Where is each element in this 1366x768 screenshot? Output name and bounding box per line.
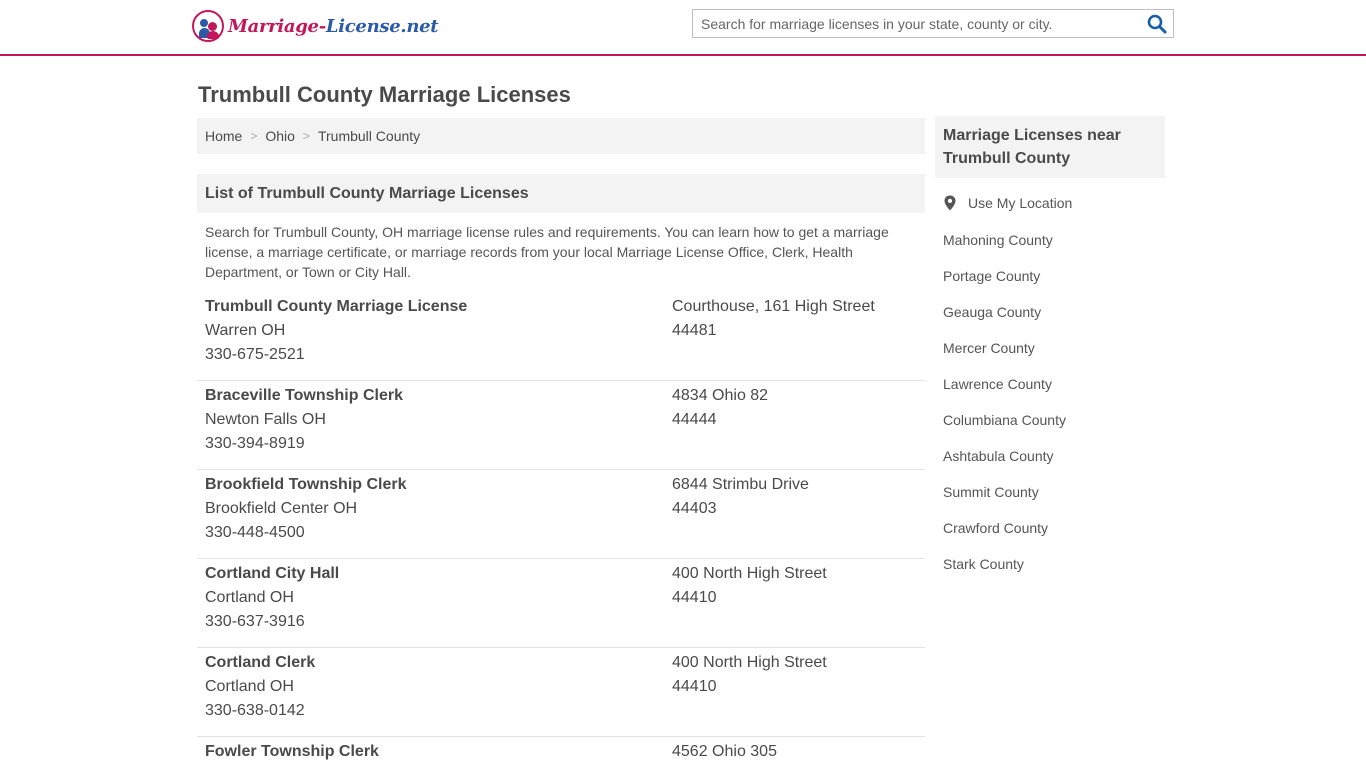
listing-name[interactable]: Braceville Township Clerk [205,387,403,405]
listing-city: Brookfield Center OH [205,500,358,517]
listing-zip: 44444 [672,411,717,428]
listing-phone[interactable]: 330-675-2521 [205,346,305,364]
logo-text: Marriage-License.net [228,15,439,37]
listing-phone[interactable]: 330-637-3916 [205,613,305,631]
search-icon[interactable] [1147,14,1167,34]
breadcrumb-state[interactable]: Ohio [265,128,295,144]
search-box [692,9,1174,38]
sidebar-county-link[interactable]: Mahoning County [943,232,1053,248]
listing-phone[interactable]: 330-638-0142 [205,702,305,720]
page-title: Trumbull County Marriage Licenses [198,82,571,107]
listing-address: Courthouse, 161 High Street [672,298,875,315]
sidebar-county-link[interactable]: Geauga County [943,304,1041,320]
sidebar-county-link[interactable]: Crawford County [943,520,1048,536]
breadcrumb-separator: > [302,129,310,143]
listing-item: Cortland City Hall Cortland OH 330-637-3… [197,559,925,648]
list-heading: List of Trumbull County Marriage License… [197,174,925,213]
listing-city: Newton Falls OH [205,411,326,428]
listing-zip: 44410 [672,589,717,606]
use-my-location-button[interactable]: Use My Location [943,195,1072,211]
sidebar-county-link[interactable]: Stark County [943,556,1024,572]
sidebar-county-link[interactable]: Summit County [943,484,1039,500]
listing-city: Cortland OH [205,678,294,695]
listing-name[interactable]: Fowler Township Clerk [205,743,379,761]
sidebar-county-link[interactable]: Lawrence County [943,376,1052,392]
listing-zip: 44403 [672,500,717,517]
list-intro: Search for Trumbull County, OH marriage … [205,224,889,280]
listing-phone[interactable]: 330-394-8919 [205,435,305,453]
listing-name[interactable]: Trumbull County Marriage License [205,298,467,316]
listing-item: Trumbull County Marriage License Warren … [197,292,925,381]
sidebar-heading: Marriage Licenses near Trumbull County [935,116,1165,178]
couple-logo-icon [192,10,224,42]
breadcrumb-separator: > [250,129,258,143]
listing-name[interactable]: Cortland City Hall [205,565,339,583]
listing-address: 400 North High Street [672,565,827,582]
logo-text-part2: License.net [325,15,439,37]
listing-item: Brookfield Township Clerk Brookfield Cen… [197,470,925,559]
listing-address: 4562 Ohio 305 [672,743,777,760]
listing-name[interactable]: Cortland Clerk [205,654,315,672]
listing-item: Braceville Township Clerk Newton Falls O… [197,381,925,470]
sidebar-county-link[interactable]: Ashtabula County [943,448,1054,464]
listing-address: 400 North High Street [672,654,827,671]
breadcrumb-home[interactable]: Home [205,128,242,144]
listing-address: 6844 Strimbu Drive [672,476,809,493]
sidebar-county-link[interactable]: Columbiana County [943,412,1066,428]
listing-address: 4834 Ohio 82 [672,387,769,404]
search-input[interactable] [693,10,1133,37]
listing-name[interactable]: Brookfield Township Clerk [205,476,407,494]
site-logo[interactable]: Marriage-License.net [192,8,439,44]
listing-zip: 44410 [672,678,717,695]
breadcrumb-county[interactable]: Trumbull County [318,128,420,144]
listing-city: Cortland OH [205,589,294,606]
listing-phone[interactable]: 330-448-4500 [205,524,305,542]
sidebar-county-link[interactable]: Mercer County [943,340,1035,356]
sidebar-county-link[interactable]: Portage County [943,268,1040,284]
listing-item: Cortland Clerk Cortland OH 330-638-0142 … [197,648,925,737]
location-pin-icon [944,195,956,211]
listing-item: Fowler Township Clerk 4562 Ohio 305 [197,737,925,768]
logo-text-part1: Marriage- [228,15,326,37]
breadcrumb: Home > Ohio > Trumbull County [197,118,925,154]
listing-zip: 44481 [672,322,717,339]
listing-city: Warren OH [205,322,286,339]
site-header: Marriage-License.net [0,0,1366,56]
use-my-location-label: Use My Location [968,195,1073,211]
